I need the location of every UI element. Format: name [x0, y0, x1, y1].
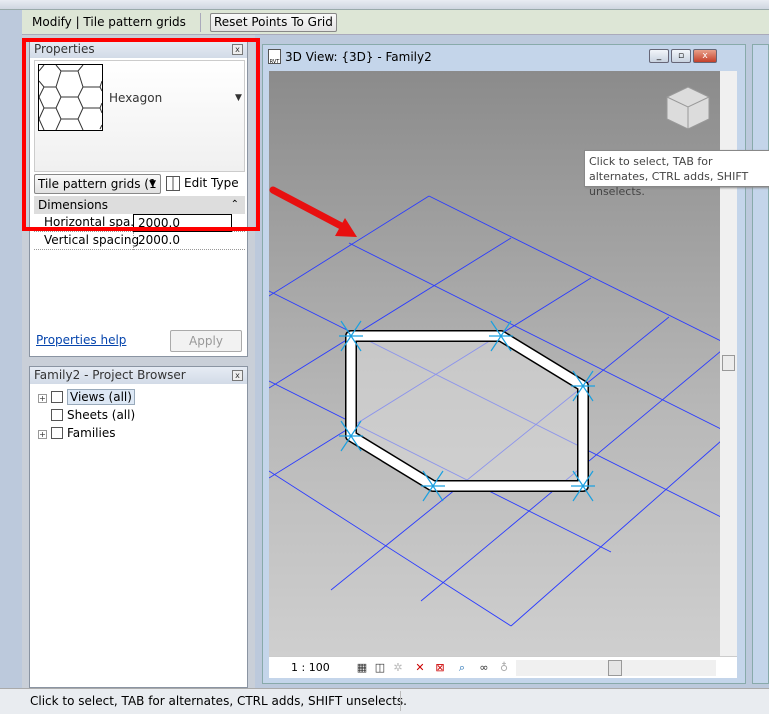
expand-icon[interactable]: +: [38, 430, 47, 439]
view-control-bar: 1 : 100 ▦ ◫ ✲ ✕ ⊠ ⌕ ∞ ♁: [269, 656, 737, 678]
restore-button[interactable]: ▫: [671, 49, 691, 63]
close-button[interactable]: x: [693, 49, 717, 63]
shadows-off-icon[interactable]: ✕: [413, 661, 427, 674]
temporary-hide-icon[interactable]: ⌕: [455, 661, 469, 674]
properties-help-link[interactable]: Properties help: [36, 333, 126, 347]
context-ribbon: Modify | Tile pattern grids Reset Points…: [22, 10, 769, 35]
rvt-file-icon: RVT: [268, 49, 281, 65]
visual-style-icon[interactable]: ◫: [373, 661, 387, 674]
apply-button[interactable]: Apply: [170, 330, 242, 352]
tree-item-sheets[interactable]: Sheets (all): [51, 407, 135, 423]
view-window-3d: RVT 3D View: {3D} - Family2 _ ▫ x 1: 10…: [262, 44, 746, 684]
families-icon: [51, 427, 63, 439]
reveal-hidden-icon[interactable]: ∞: [477, 661, 491, 674]
quick-access-toolbar: [0, 0, 769, 10]
crop-view-icon[interactable]: ⊠: [433, 661, 447, 674]
tree-label: Views (all): [67, 389, 135, 405]
tree-label: Families: [67, 426, 116, 440]
expand-icon[interactable]: +: [38, 394, 47, 403]
divider: [400, 691, 401, 711]
tree-label: Sheets (all): [67, 408, 136, 422]
context-label: Modify | Tile pattern grids: [32, 15, 186, 29]
scroll-thumb[interactable]: [722, 355, 735, 371]
tooltip: Click to select, TAB for alternates, CTR…: [584, 150, 769, 198]
reset-points-button[interactable]: Reset Points To Grid: [210, 13, 337, 32]
minimize-button[interactable]: _: [649, 49, 669, 63]
red-arrow-annotation: [269, 186, 357, 237]
sheets-icon: [51, 409, 63, 421]
secondary-view-window[interactable]: [752, 44, 769, 684]
project-browser: Family2 - Project Browser x + Views (all) …: [29, 366, 248, 688]
view-title: 3D View: {3D} - Family2: [285, 50, 432, 64]
close-icon[interactable]: x: [232, 370, 243, 381]
divider: [200, 13, 201, 32]
vertical-spacing-input[interactable]: 2000.0: [133, 232, 232, 250]
panel-title: Family2 - Project Browser x: [30, 367, 247, 384]
property-label: Vertical spacing: [44, 233, 140, 247]
property-row: Vertical spacing 2000.0: [34, 232, 245, 250]
detail-level-icon[interactable]: ▦: [355, 661, 369, 674]
tree-item-views[interactable]: + Views (all): [38, 389, 135, 405]
viewcube-icon[interactable]: [663, 83, 713, 133]
sun-path-icon[interactable]: ✲: [391, 661, 405, 674]
horizontal-scrollbar[interactable]: [516, 660, 716, 676]
scroll-thumb[interactable]: [608, 660, 622, 676]
tree-item-families[interactable]: + Families: [38, 425, 115, 441]
lightbulb-icon[interactable]: ♁: [497, 661, 511, 674]
highlight-box: [22, 38, 260, 231]
status-bar: Click to select, TAB for alternates, CTR…: [0, 688, 769, 714]
status-text: Click to select, TAB for alternates, CTR…: [30, 694, 407, 708]
views-icon: [51, 391, 63, 403]
browser-title: Family2 - Project Browser: [34, 368, 186, 382]
view-scale[interactable]: 1 : 100: [291, 661, 330, 674]
